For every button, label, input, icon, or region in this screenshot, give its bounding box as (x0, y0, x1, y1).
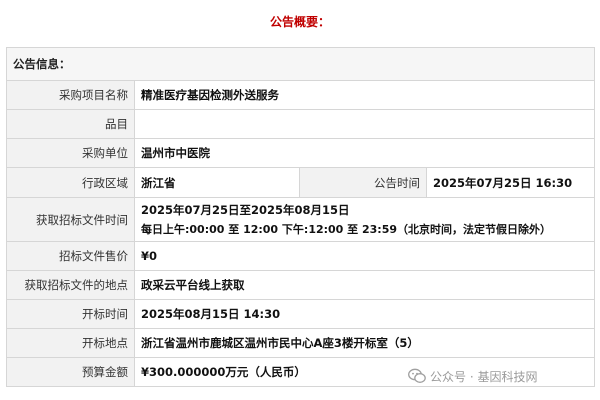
wechat-icon (408, 368, 426, 383)
doc-time-value: 2025年07月25日至2025年08月15日 每日上午:00:00 至 12:… (134, 197, 595, 242)
table-row: 开标时间 2025年08月15日 14:30 (6, 299, 595, 329)
doc-location-value: 政采云平台线上获取 (134, 270, 595, 300)
page-title: 公告概要： (269, 15, 330, 29)
doc-price-value: ¥0 (134, 241, 595, 271)
doc-time-label: 获取招标文件时间 (6, 197, 135, 242)
doc-time-range: 2025年07月25日至2025年08月15日 (141, 203, 350, 217)
section-header: 公告信息： (6, 47, 595, 81)
table-row: 采购单位 温州市中医院 (6, 138, 595, 168)
purchaser-value: 温州市中医院 (134, 138, 595, 168)
table-row: 行政区域 浙江省 公告时间 2025年07月25日 16:30 (6, 167, 595, 198)
table-row: 获取招标文件时间 2025年07月25日至2025年08月15日 每日上午:00… (6, 197, 595, 242)
doc-price-label: 招标文件售价 (6, 241, 135, 271)
region-label: 行政区域 (6, 167, 135, 198)
open-time-label: 开标时间 (6, 299, 135, 329)
watermark: 公众号 · 基因科技网 (404, 366, 542, 386)
open-location-value: 浙江省温州市鹿城区温州市民中心A座3楼开标室（5） (134, 328, 595, 358)
doc-location-label: 获取招标文件的地点 (6, 270, 135, 300)
purchaser-label: 采购单位 (6, 138, 135, 168)
table-row: 采购项目名称 精准医疗基因检测外送服务 (6, 80, 595, 110)
budget-label: 预算金额 (6, 357, 135, 387)
table-row: 开标地点 浙江省温州市鹿城区温州市民中心A座3楼开标室（5） (6, 328, 595, 358)
category-label: 品目 (6, 109, 135, 139)
watermark-text: 公众号 · 基因科技网 (430, 369, 538, 384)
announce-time-label: 公告时间 (299, 167, 427, 198)
notice-table: 公告信息： 采购项目名称 精准医疗基因检测外送服务 品目 采购单位 温州市中医院… (6, 47, 595, 387)
project-name-label: 采购项目名称 (6, 80, 135, 110)
open-location-label: 开标地点 (6, 328, 135, 358)
announce-time-value: 2025年07月25日 16:30 (426, 167, 595, 198)
open-time-value: 2025年08月15日 14:30 (134, 299, 595, 329)
category-value (134, 109, 595, 139)
table-row: 品目 (6, 109, 595, 139)
region-value: 浙江省 (134, 167, 300, 198)
table-row: 招标文件售价 ¥0 (6, 241, 595, 271)
project-name-value: 精准医疗基因检测外送服务 (134, 80, 595, 110)
table-row: 获取招标文件的地点 政采云平台线上获取 (6, 270, 595, 300)
doc-time-hours: 每日上午:00:00 至 12:00 下午:12:00 至 23:59（北京时间… (141, 223, 552, 236)
